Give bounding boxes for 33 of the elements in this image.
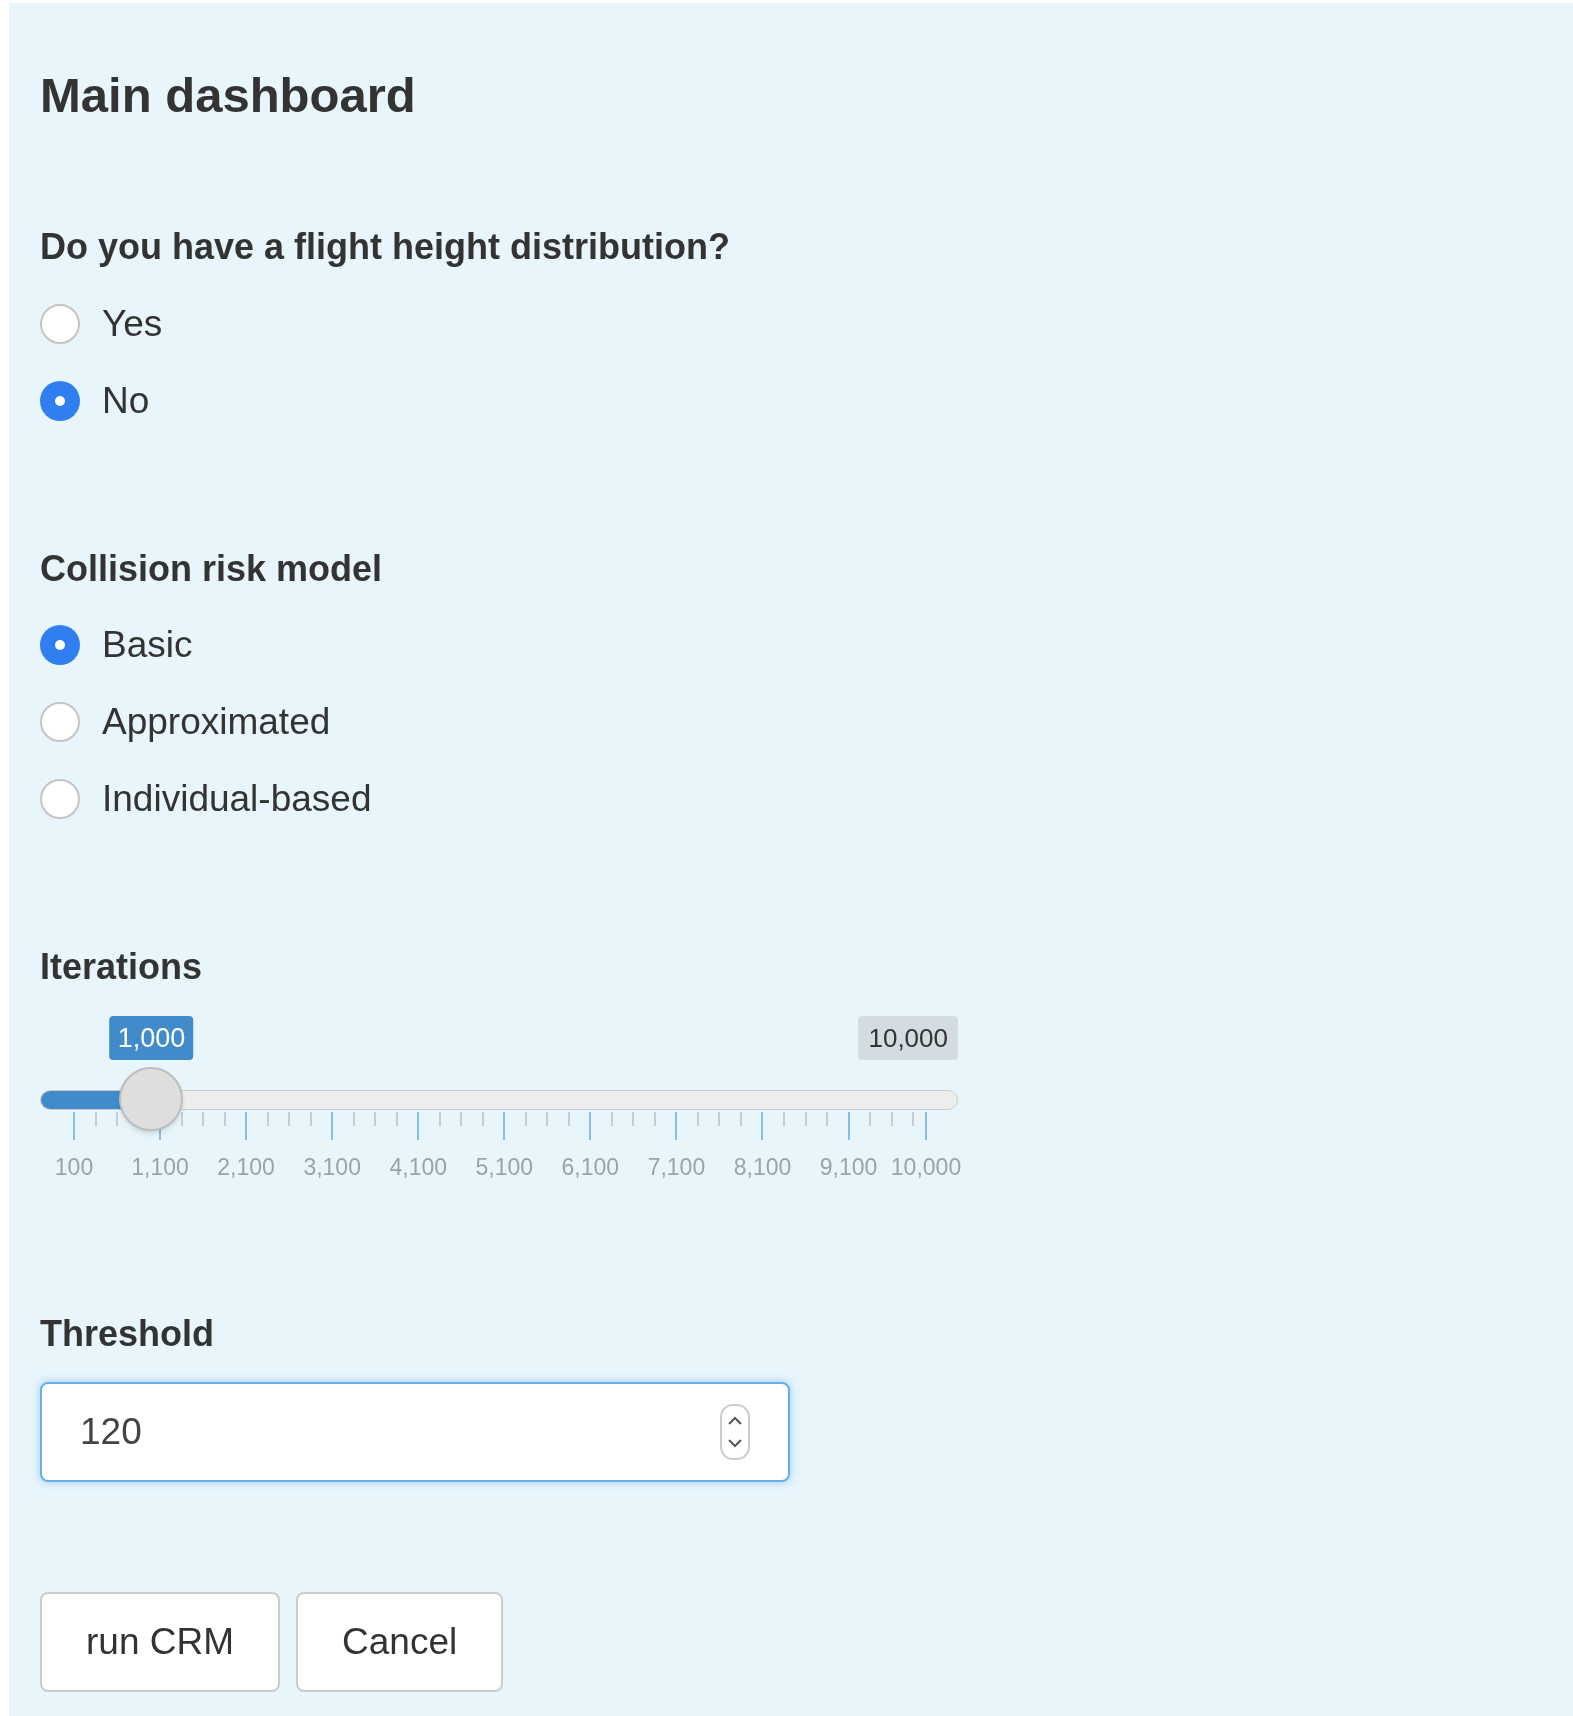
- question-label: Collision risk model: [40, 549, 384, 589]
- tick-label: 9,100: [819, 1153, 878, 1182]
- tick-label: 4,100: [389, 1153, 447, 1182]
- tick-label: 6,100: [561, 1153, 620, 1182]
- radio-button[interactable]: [40, 303, 80, 344]
- number-field[interactable]: 120: [40, 1382, 790, 1482]
- slider-label: Iterations: [40, 947, 204, 987]
- tick-label: 1,100: [131, 1153, 189, 1182]
- tick-label: 10,000: [890, 1153, 962, 1182]
- value-tooltip: 1,000: [109, 1016, 194, 1060]
- action-button[interactable]: Cancel: [296, 1592, 504, 1692]
- radio-button[interactable]: [40, 778, 80, 819]
- radio-label: No: [102, 382, 150, 419]
- tick-label: 5,100: [475, 1153, 534, 1182]
- tick-label: 3,100: [303, 1153, 361, 1182]
- radio-label: Individual-based: [102, 780, 372, 817]
- action-button[interactable]: run CRM: [40, 1592, 281, 1692]
- spinner-icon[interactable]: [720, 1404, 750, 1460]
- radio-button[interactable]: [40, 380, 80, 421]
- slider-thumb[interactable]: [119, 1067, 184, 1131]
- radio-label: Yes: [102, 305, 163, 342]
- question-label: Do you have a flight height distribution?: [40, 227, 731, 267]
- radio-label: Approximated: [102, 703, 331, 740]
- max-value-label: 10,000: [858, 1016, 958, 1060]
- tick-label: 2,100: [217, 1153, 275, 1182]
- radio-button[interactable]: [40, 701, 80, 742]
- tick-label: 8,100: [733, 1153, 792, 1182]
- page-title: Main dashboard: [40, 67, 417, 124]
- radio-label: Basic: [102, 626, 193, 663]
- tick-label: 100: [54, 1153, 94, 1182]
- field-label: Threshold: [40, 1314, 215, 1354]
- radio-button[interactable]: [40, 624, 80, 665]
- tick-label: 7,100: [647, 1153, 706, 1182]
